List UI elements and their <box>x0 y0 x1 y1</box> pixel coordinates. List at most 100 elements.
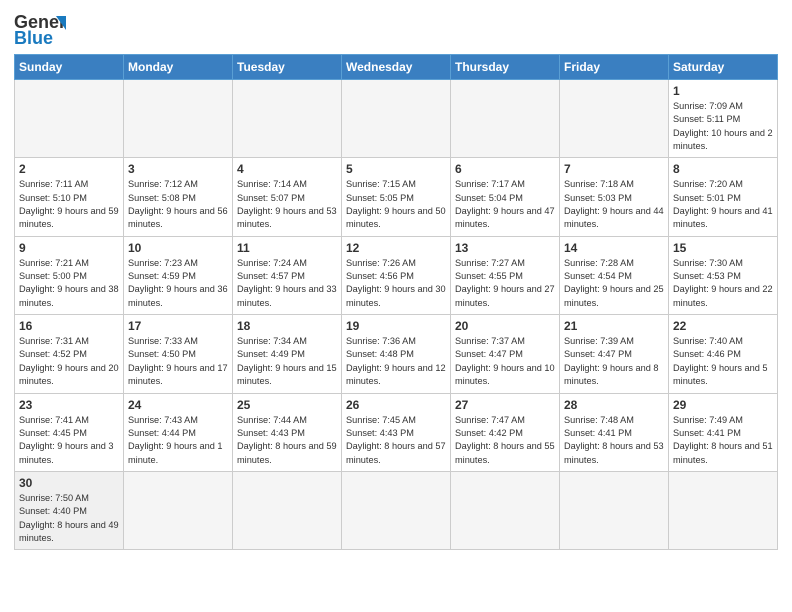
day-number: 17 <box>128 319 228 333</box>
calendar-cell: 23Sunrise: 7:41 AM Sunset: 4:45 PM Dayli… <box>15 393 124 471</box>
calendar-cell <box>669 471 778 549</box>
calendar-cell: 15 Sunrise: 7:30 AM Sunset: 4:53 PM Dayli… <box>669 236 778 314</box>
calendar-cell: 21 Sunrise: 7:39 AM Sunset: 4:47 PM Dayli… <box>560 315 669 393</box>
day-info: Sunrise: 7:30 AM Sunset: 4:53 PM Dayligh… <box>673 257 773 310</box>
day-number: 29 <box>673 398 773 412</box>
logo-area: General Blue <box>14 10 66 48</box>
day-number: 8 <box>673 162 773 176</box>
day-info: Sunrise: 7:15 AM Sunset: 5:05 PM Dayligh… <box>346 178 446 231</box>
day-number: 22 <box>673 319 773 333</box>
day-info: Sunrise: 7:11 AM Sunset: 5:10 PM Dayligh… <box>19 178 119 231</box>
day-info: Sunrise: 7:26 AM Sunset: 4:56 PM Dayligh… <box>346 257 446 310</box>
day-number: 25 <box>237 398 337 412</box>
svg-text:Blue: Blue <box>14 28 53 48</box>
calendar-week-row: 9 Sunrise: 7:21 AM Sunset: 5:00 PM Daylig… <box>15 236 778 314</box>
day-info: Sunrise: 7:17 AM Sunset: 5:04 PM Dayligh… <box>455 178 555 231</box>
day-info: Sunrise: 7:18 AM Sunset: 5:03 PM Dayligh… <box>564 178 664 231</box>
day-info: Sunrise: 7:50 AM Sunset: 4:40 PM Dayligh… <box>19 492 119 545</box>
day-info: Sunrise: 7:47 AM Sunset: 4:42 PM Dayligh… <box>455 414 555 467</box>
day-number: 3 <box>128 162 228 176</box>
day-info: Sunrise: 7:37 AM Sunset: 4:47 PM Dayligh… <box>455 335 555 388</box>
calendar-cell: 11 Sunrise: 7:24 AM Sunset: 4:57 PM Dayli… <box>233 236 342 314</box>
calendar-cell <box>560 80 669 158</box>
calendar-cell: 26 Sunrise: 7:45 AM Sunset: 4:43 PM Dayli… <box>342 393 451 471</box>
calendar-cell: 28Sunrise: 7:48 AM Sunset: 4:41 PM Dayli… <box>560 393 669 471</box>
day-info: Sunrise: 7:24 AM Sunset: 4:57 PM Dayligh… <box>237 257 337 310</box>
day-number: 20 <box>455 319 555 333</box>
calendar-header-row: SundayMondayTuesdayWednesdayThursdayFrid… <box>15 55 778 80</box>
day-number: 19 <box>346 319 446 333</box>
day-number: 24 <box>128 398 228 412</box>
calendar-cell: 18Sunrise: 7:34 AM Sunset: 4:49 PM Dayli… <box>233 315 342 393</box>
day-header-wednesday: Wednesday <box>342 55 451 80</box>
day-number: 7 <box>564 162 664 176</box>
day-number: 13 <box>455 241 555 255</box>
day-number: 27 <box>455 398 555 412</box>
day-number: 30 <box>19 476 119 490</box>
calendar-week-row: 2Sunrise: 7:11 AM Sunset: 5:10 PM Daylig… <box>15 158 778 236</box>
calendar-cell: 27 Sunrise: 7:47 AM Sunset: 4:42 PM Dayli… <box>451 393 560 471</box>
calendar-cell: 13 Sunrise: 7:27 AM Sunset: 4:55 PM Dayli… <box>451 236 560 314</box>
calendar-cell: 22Sunrise: 7:40 AM Sunset: 4:46 PM Dayli… <box>669 315 778 393</box>
day-header-thursday: Thursday <box>451 55 560 80</box>
day-info: Sunrise: 7:31 AM Sunset: 4:52 PM Dayligh… <box>19 335 119 388</box>
day-info: Sunrise: 7:09 AM Sunset: 5:11 PM Dayligh… <box>673 100 773 153</box>
calendar-cell: 24Sunrise: 7:43 AM Sunset: 4:44 PM Dayli… <box>124 393 233 471</box>
calendar-cell: 14 Sunrise: 7:28 AM Sunset: 4:54 PM Dayli… <box>560 236 669 314</box>
day-header-friday: Friday <box>560 55 669 80</box>
calendar-cell <box>342 471 451 549</box>
calendar-cell: 30 Sunrise: 7:50 AM Sunset: 4:40 PM Dayli… <box>15 471 124 549</box>
day-number: 16 <box>19 319 119 333</box>
day-info: Sunrise: 7:45 AM Sunset: 4:43 PM Dayligh… <box>346 414 446 467</box>
calendar-cell: 5 Sunrise: 7:15 AM Sunset: 5:05 PM Daylig… <box>342 158 451 236</box>
calendar-cell: 8 Sunrise: 7:20 AM Sunset: 5:01 PM Daylig… <box>669 158 778 236</box>
day-info: Sunrise: 7:20 AM Sunset: 5:01 PM Dayligh… <box>673 178 773 231</box>
day-info: Sunrise: 7:14 AM Sunset: 5:07 PM Dayligh… <box>237 178 337 231</box>
day-info: Sunrise: 7:27 AM Sunset: 4:55 PM Dayligh… <box>455 257 555 310</box>
day-number: 18 <box>237 319 337 333</box>
calendar-cell: 17 Sunrise: 7:33 AM Sunset: 4:50 PM Dayli… <box>124 315 233 393</box>
calendar-cell: 3 Sunrise: 7:12 AM Sunset: 5:08 PM Daylig… <box>124 158 233 236</box>
calendar-cell <box>233 80 342 158</box>
day-number: 21 <box>564 319 664 333</box>
day-number: 5 <box>346 162 446 176</box>
calendar-cell: 1 Sunrise: 7:09 AM Sunset: 5:11 PM Daylig… <box>669 80 778 158</box>
day-info: Sunrise: 7:41 AM Sunset: 4:45 PM Dayligh… <box>19 414 119 467</box>
logo-wrapper: General Blue <box>14 10 66 48</box>
day-info: Sunrise: 7:48 AM Sunset: 4:41 PM Dayligh… <box>564 414 664 467</box>
day-info: Sunrise: 7:28 AM Sunset: 4:54 PM Dayligh… <box>564 257 664 310</box>
day-number: 26 <box>346 398 446 412</box>
calendar-cell: 16 Sunrise: 7:31 AM Sunset: 4:52 PM Dayli… <box>15 315 124 393</box>
day-info: Sunrise: 7:39 AM Sunset: 4:47 PM Dayligh… <box>564 335 664 388</box>
calendar-cell: 9 Sunrise: 7:21 AM Sunset: 5:00 PM Daylig… <box>15 236 124 314</box>
calendar-week-row: 16 Sunrise: 7:31 AM Sunset: 4:52 PM Dayli… <box>15 315 778 393</box>
day-header-monday: Monday <box>124 55 233 80</box>
day-number: 9 <box>19 241 119 255</box>
calendar-cell <box>124 80 233 158</box>
day-number: 1 <box>673 84 773 98</box>
day-number: 12 <box>346 241 446 255</box>
calendar-cell: 10Sunrise: 7:23 AM Sunset: 4:59 PM Dayli… <box>124 236 233 314</box>
calendar-cell <box>451 80 560 158</box>
day-number: 15 <box>673 241 773 255</box>
calendar-cell: 7 Sunrise: 7:18 AM Sunset: 5:03 PM Daylig… <box>560 158 669 236</box>
calendar-cell: 20 Sunrise: 7:37 AM Sunset: 4:47 PM Dayli… <box>451 315 560 393</box>
calendar-cell: 12 Sunrise: 7:26 AM Sunset: 4:56 PM Dayli… <box>342 236 451 314</box>
calendar-cell <box>233 471 342 549</box>
day-number: 11 <box>237 241 337 255</box>
day-info: Sunrise: 7:12 AM Sunset: 5:08 PM Dayligh… <box>128 178 228 231</box>
calendar-cell <box>342 80 451 158</box>
day-info: Sunrise: 7:21 AM Sunset: 5:00 PM Dayligh… <box>19 257 119 310</box>
calendar-cell <box>15 80 124 158</box>
calendar-cell: 2Sunrise: 7:11 AM Sunset: 5:10 PM Daylig… <box>15 158 124 236</box>
logo-icon: General Blue <box>14 10 66 48</box>
calendar-cell: 19Sunrise: 7:36 AM Sunset: 4:48 PM Dayli… <box>342 315 451 393</box>
calendar-cell: 6 Sunrise: 7:17 AM Sunset: 5:04 PM Daylig… <box>451 158 560 236</box>
calendar-cell: 4Sunrise: 7:14 AM Sunset: 5:07 PM Daylig… <box>233 158 342 236</box>
calendar-week-row: 30 Sunrise: 7:50 AM Sunset: 4:40 PM Dayli… <box>15 471 778 549</box>
day-info: Sunrise: 7:33 AM Sunset: 4:50 PM Dayligh… <box>128 335 228 388</box>
calendar-table: SundayMondayTuesdayWednesdayThursdayFrid… <box>14 54 778 550</box>
calendar-week-row: 23Sunrise: 7:41 AM Sunset: 4:45 PM Dayli… <box>15 393 778 471</box>
day-number: 6 <box>455 162 555 176</box>
day-number: 14 <box>564 241 664 255</box>
